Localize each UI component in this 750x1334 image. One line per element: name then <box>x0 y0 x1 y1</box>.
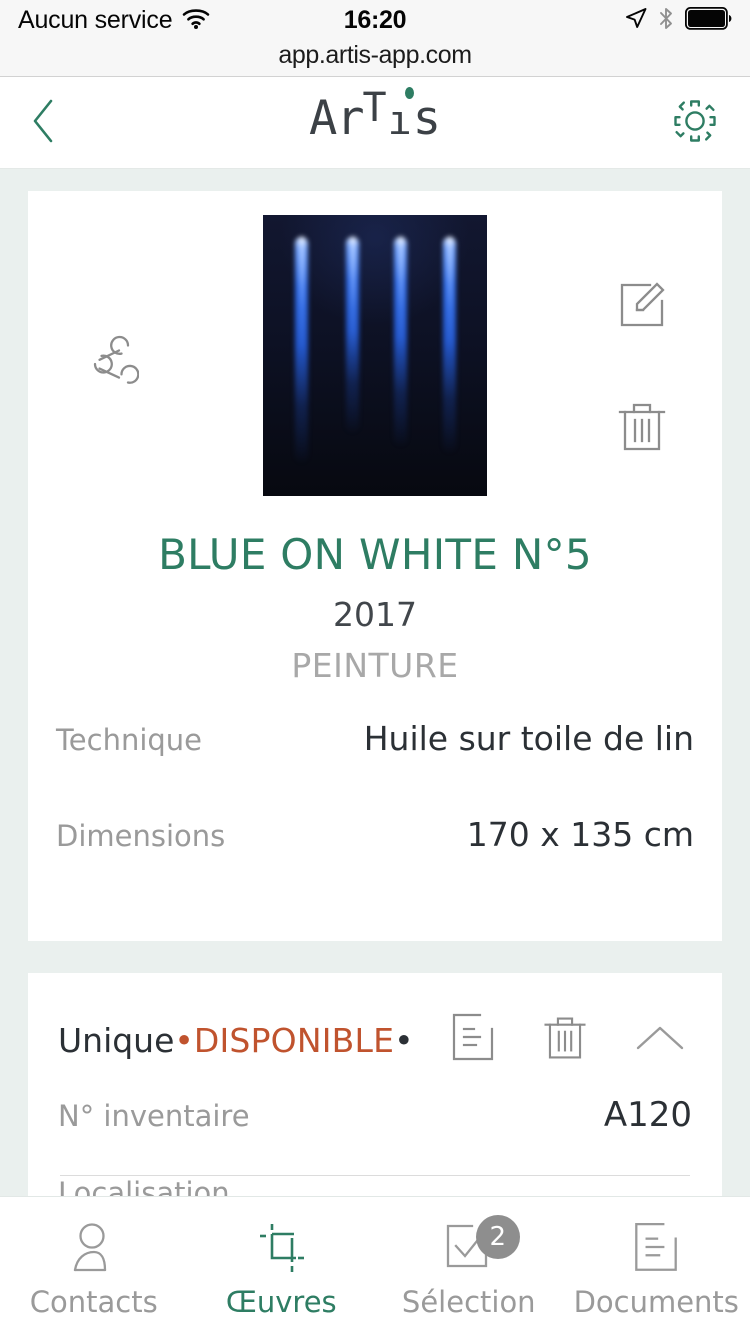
separator-dot-2: • <box>394 1020 414 1060</box>
painting-streak <box>346 237 359 432</box>
logo-text-t: T <box>362 85 387 131</box>
logo-text-s: s <box>412 91 442 146</box>
attribute-row-localisation: Localisation <box>58 1176 692 1196</box>
attribute-row-technique: Technique Huile sur toile de lin <box>56 719 694 815</box>
status-bar: Aucun service 16:20 <box>0 0 750 40</box>
edition-status-text: Unique•DISPONIBLE• <box>58 1021 414 1060</box>
attribute-label: Technique <box>56 723 203 757</box>
tab-label: Documents <box>573 1285 739 1319</box>
edition-status-actions <box>450 1011 692 1069</box>
attribute-label: Dimensions <box>56 819 226 853</box>
tab-documents[interactable]: Documents <box>563 1217 750 1319</box>
edition-status-card: Unique•DISPONIBLE• N° inventaire A120 Lo… <box>28 973 722 1196</box>
tab-contacts[interactable]: Contacts <box>0 1217 188 1319</box>
logo-text-ar: Ar <box>308 91 365 146</box>
attribute-label: N° inventaire <box>58 1099 250 1133</box>
artwork-attributes: Technique Huile sur toile de lin Dimensi… <box>28 719 722 911</box>
attribute-value: 170 x 135 cm <box>466 815 694 854</box>
painting-streak <box>443 237 456 452</box>
bluetooth-icon <box>658 7 674 34</box>
tab-selection[interactable]: 2 Sélection <box>375 1215 563 1319</box>
document-icon <box>631 1217 681 1279</box>
artwork-row <box>28 215 722 496</box>
chevron-left-icon <box>28 97 58 149</box>
bottom-tab-bar: Contacts Œuvres 2 Sélection Documents <box>0 1196 750 1334</box>
trash-icon[interactable] <box>616 399 668 459</box>
battery-icon <box>684 6 732 34</box>
checkbox-icon: 2 <box>442 1215 520 1279</box>
edit-icon[interactable] <box>614 277 670 337</box>
gear-icon <box>671 97 719 149</box>
painting-streak <box>394 237 407 445</box>
availability-badge: DISPONIBLE <box>193 1020 395 1060</box>
artwork-year: 2017 <box>333 595 417 634</box>
artwork-thumbnail[interactable] <box>263 215 487 496</box>
logo-dot-icon <box>404 87 414 99</box>
inventory-attributes: N° inventaire A120 Localisation <box>28 1095 722 1196</box>
phone-screen: Aucun service 16:20 app.artis-app.com Ar… <box>0 0 750 1334</box>
artwork-right-actions <box>572 215 712 459</box>
back-button[interactable] <box>28 96 82 150</box>
logo-text-i: ı <box>387 98 412 144</box>
url-text[interactable]: app.artis-app.com <box>278 40 472 70</box>
tab-label: Sélection <box>401 1285 536 1319</box>
share-icon[interactable] <box>77 333 140 399</box>
app-logo: Ar T ı s <box>0 77 750 168</box>
artwork-card: BLUE ON WHITE N°5 2017 PEINTURE Techniqu… <box>28 191 722 941</box>
artwork-left-actions <box>38 215 178 399</box>
location-arrow-icon <box>625 7 647 33</box>
edition-status-header: Unique•DISPONIBLE• <box>28 1003 722 1077</box>
attribute-value: A120 <box>603 1095 692 1135</box>
painting-streak <box>295 237 308 462</box>
edition-label: Unique <box>58 1020 175 1060</box>
tab-label: Contacts <box>29 1285 158 1319</box>
status-bar-right <box>625 6 732 34</box>
page-content[interactable]: BLUE ON WHITE N°5 2017 PEINTURE Techniqu… <box>0 169 750 1196</box>
app-header: Ar T ı s <box>0 77 750 169</box>
artwork-category: PEINTURE <box>291 646 459 685</box>
document-icon[interactable] <box>450 1011 496 1069</box>
tab-label: Œuvres <box>225 1285 337 1319</box>
attribute-row-inventaire: N° inventaire A120 <box>58 1095 692 1175</box>
selection-count-badge: 2 <box>475 1215 520 1259</box>
person-icon <box>67 1217 121 1279</box>
artwork-title: BLUE ON WHITE N°5 <box>158 530 592 579</box>
tab-oeuvres[interactable]: Œuvres <box>188 1217 376 1319</box>
settings-button[interactable] <box>668 96 722 150</box>
separator-dot-1: • <box>174 1020 194 1060</box>
browser-url-bar[interactable]: app.artis-app.com <box>0 40 750 77</box>
attribute-value: Huile sur toile de lin <box>363 719 694 758</box>
attribute-row-dimensions: Dimensions 170 x 135 cm <box>56 815 694 911</box>
trash-icon[interactable] <box>542 1011 588 1069</box>
attribute-label: Localisation <box>58 1176 230 1196</box>
chevron-up-icon[interactable] <box>634 1022 686 1058</box>
crop-icon <box>254 1217 308 1279</box>
